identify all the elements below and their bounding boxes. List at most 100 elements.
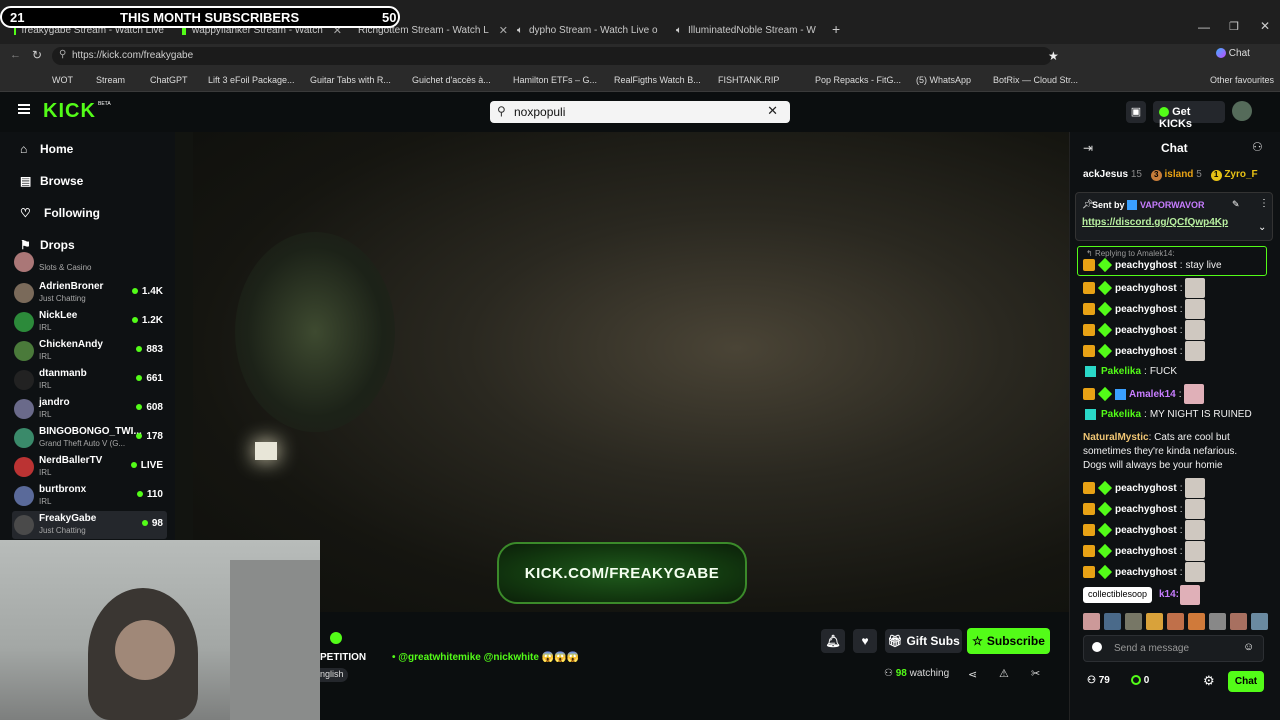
bookmark[interactable]: Hamilton ETFs – G... bbox=[513, 75, 597, 85]
chat-username[interactable]: peachyghost bbox=[1115, 304, 1177, 315]
send-chat-button[interactable]: Chat bbox=[1228, 671, 1264, 692]
search-input[interactable]: ⚲ noxpopuli ✕ bbox=[490, 101, 790, 123]
chat-message[interactable]: Pakelika: MY NIGHT IS RUINED bbox=[1083, 409, 1252, 420]
site-info-icon[interactable]: ⚲ bbox=[59, 49, 66, 60]
share-icon[interactable]: ⋖ bbox=[968, 668, 977, 681]
channel-item[interactable]: NickLee IRL 1.2K bbox=[12, 308, 167, 336]
browser-tab[interactable]: 🔈︎ IlluminatedNoble Stream - W ✕ bbox=[670, 20, 822, 40]
emoji-picker-icon[interactable]: ☺ bbox=[1243, 641, 1254, 653]
pinned-link[interactable]: https://discord.gg/QCfQwp4Kp bbox=[1082, 217, 1228, 228]
bookmark[interactable]: Lift 3 eFoil Package... bbox=[208, 75, 295, 85]
bookmark[interactable]: Guichet d'accès à... bbox=[412, 75, 491, 85]
chat-input[interactable]: Send a message ☺ bbox=[1083, 635, 1264, 662]
chat-message[interactable]: peachyghost: bbox=[1083, 341, 1206, 361]
user-avatar[interactable] bbox=[1232, 101, 1252, 121]
notification-bell-button[interactable]: 🔔︎ bbox=[821, 629, 845, 653]
chat-username[interactable]: peachyghost bbox=[1115, 260, 1177, 271]
bookmark[interactable]: WOT bbox=[52, 75, 73, 85]
get-kicks-button[interactable]: Get KICKs bbox=[1153, 101, 1225, 130]
chat-message[interactable]: peachyghost: bbox=[1083, 299, 1206, 319]
bookmark-folder[interactable]: Other favourites bbox=[1210, 75, 1274, 85]
chat-username[interactable]: peachyghost bbox=[1115, 567, 1177, 578]
chat-username[interactable]: Pakelika bbox=[1101, 366, 1141, 377]
channel-item[interactable]: jandro IRL 608 bbox=[12, 395, 167, 423]
channel-item-active[interactable]: FreakyGabe Just Chatting 98 bbox=[12, 511, 167, 539]
bookmark[interactable]: FISHTANK.RIP bbox=[718, 75, 779, 85]
channel-item[interactable]: dtanmanb IRL 661 bbox=[12, 366, 167, 394]
emote-icon[interactable] bbox=[1251, 613, 1268, 630]
emote-icon[interactable] bbox=[1230, 613, 1247, 630]
channel-item[interactable]: burtbronx IRL 110 bbox=[12, 482, 167, 510]
browser-tab[interactable]: 🔈︎ dypho Stream - Watch Live o ✕ bbox=[511, 20, 666, 40]
follow-button[interactable]: ♥ bbox=[853, 629, 877, 653]
bookmark[interactable]: ChatGPT bbox=[150, 75, 188, 85]
hamburger-menu-icon[interactable] bbox=[18, 104, 30, 114]
channel-item[interactable]: ChickenAndy IRL 883 bbox=[12, 337, 167, 365]
chat-username[interactable]: Amalek14 bbox=[1129, 389, 1176, 400]
bookmark[interactable]: Guitar Tabs with R... bbox=[310, 75, 391, 85]
nav-home[interactable]: ⌂ Home bbox=[20, 142, 73, 156]
emote-icon[interactable] bbox=[1146, 613, 1163, 630]
chat-message[interactable]: Pakelika: FUCK bbox=[1083, 366, 1177, 377]
channel-item[interactable]: BINGOBONGO_TWI... Grand Theft Auto V (G.… bbox=[12, 424, 167, 452]
chat-message[interactable]: peachyghost: bbox=[1083, 520, 1206, 540]
emote-icon[interactable] bbox=[1125, 613, 1142, 630]
emote-icon[interactable] bbox=[1209, 613, 1226, 630]
bookmark[interactable]: (5) WhatsApp bbox=[916, 75, 971, 85]
minimize-button[interactable]: — bbox=[1198, 20, 1210, 34]
theater-mode-icon[interactable]: ▣ bbox=[1126, 101, 1146, 123]
chat-message[interactable]: peachyghost: bbox=[1083, 278, 1206, 298]
channel-item[interactable]: AdrienBroner Just Chatting 1.4K bbox=[12, 279, 167, 307]
channel-points[interactable]: ⚇ 79 bbox=[1087, 675, 1110, 686]
chat-username[interactable]: Pakelika bbox=[1101, 409, 1141, 420]
bookmark[interactable]: Stream bbox=[96, 75, 125, 85]
chevron-down-icon[interactable]: ⌄ bbox=[1258, 222, 1266, 233]
window-close-button[interactable]: ✕ bbox=[1260, 19, 1270, 33]
chat-username[interactable]: peachyghost bbox=[1115, 504, 1177, 515]
chat-message[interactable]: peachyghost: bbox=[1083, 320, 1206, 340]
channel-item[interactable]: Slots & Casino bbox=[12, 252, 167, 274]
emote-icon[interactable] bbox=[1083, 613, 1100, 630]
chat-message[interactable]: peachyghost: bbox=[1083, 562, 1206, 582]
copilot-chat-button[interactable]: Chat bbox=[1216, 48, 1264, 64]
nav-following[interactable]: ♡ Following bbox=[20, 206, 100, 220]
clear-search-icon[interactable]: ✕ bbox=[767, 103, 778, 119]
language-tag[interactable]: nglish bbox=[320, 668, 348, 682]
emote-icon[interactable] bbox=[1188, 613, 1205, 630]
clip-icon[interactable]: ✂ bbox=[1031, 667, 1040, 680]
unpin-icon[interactable]: ✎ bbox=[1232, 199, 1240, 210]
chat-username[interactable]: peachyghost bbox=[1115, 346, 1177, 357]
restore-button[interactable]: ❐ bbox=[1229, 20, 1239, 33]
chat-message[interactable]: Amalek14: bbox=[1083, 384, 1205, 404]
chat-message[interactable]: peachyghost: stay live bbox=[1083, 257, 1222, 273]
gift-subs-button[interactable]: 🎁︎ Gift Subs bbox=[885, 629, 962, 653]
url-input[interactable]: ⚲ https://kick.com/freakygabe bbox=[52, 47, 1052, 65]
back-icon[interactable]: ← bbox=[10, 49, 21, 61]
refresh-icon[interactable]: ↻ bbox=[32, 48, 42, 62]
chat-username[interactable]: k14: bbox=[1159, 589, 1179, 600]
chat-username[interactable]: peachyghost bbox=[1115, 546, 1177, 557]
favorite-star-icon[interactable]: ★ bbox=[1048, 49, 1059, 63]
chat-username[interactable]: peachyghost bbox=[1115, 483, 1177, 494]
kicks-balance[interactable]: 0 bbox=[1131, 675, 1149, 686]
stream-mentions[interactable]: • @greatwhitemike @nickwhite 😱😱😱 bbox=[392, 652, 579, 663]
subscribe-button[interactable]: ☆ Subscribe bbox=[967, 628, 1050, 654]
chat-message[interactable]: NaturalMystic: Cats are cool but sometim… bbox=[1083, 431, 1273, 473]
gear-icon[interactable]: ⚙ bbox=[1203, 673, 1215, 689]
chat-message[interactable]: peachyghost: bbox=[1083, 478, 1206, 498]
more-options-icon[interactable]: ⋮ bbox=[1259, 198, 1269, 209]
kick-logo[interactable]: KICK bbox=[43, 100, 96, 123]
chat-username[interactable]: NaturalMystic bbox=[1083, 432, 1149, 443]
chat-username[interactable]: peachyghost bbox=[1115, 283, 1177, 294]
chat-message[interactable]: peachyghost: bbox=[1083, 541, 1206, 561]
chat-message[interactable]: peachyghost: bbox=[1083, 499, 1206, 519]
collapse-chat-icon[interactable]: ⇥ bbox=[1083, 141, 1093, 155]
bookmark[interactable]: RealFigths Watch B... bbox=[614, 75, 701, 85]
emote-icon[interactable] bbox=[1167, 613, 1184, 630]
chat-username[interactable]: peachyghost bbox=[1115, 325, 1177, 336]
emote-icon[interactable] bbox=[1104, 613, 1121, 630]
chat-users-icon[interactable]: ⚇ bbox=[1252, 140, 1263, 154]
new-tab-button[interactable]: + bbox=[832, 21, 840, 37]
channel-item[interactable]: NerdBallerTV IRL LIVE bbox=[12, 453, 167, 481]
report-icon[interactable]: ⚠ bbox=[999, 667, 1009, 680]
